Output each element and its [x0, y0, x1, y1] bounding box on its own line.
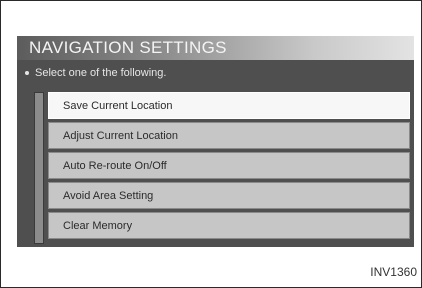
menu-item-save-current-location[interactable]: Save Current Location: [48, 92, 410, 119]
scrollbar-thumb[interactable]: [35, 93, 43, 243]
figure-frame: NAVIGATION SETTINGS Select one of the fo…: [0, 0, 422, 288]
menu-item-label: Adjust Current Location: [63, 130, 178, 142]
page-title: NAVIGATION SETTINGS: [29, 38, 227, 57]
menu-item-clear-memory[interactable]: Clear Memory: [48, 212, 410, 239]
figure-reference-code: INV1360: [370, 265, 417, 279]
menu-item-label: Save Current Location: [63, 100, 173, 112]
settings-menu: Save Current Location Adjust Current Loc…: [48, 92, 410, 242]
menu-item-avoid-area-setting[interactable]: Avoid Area Setting: [48, 182, 410, 209]
bullet-icon: [25, 71, 29, 76]
menu-item-adjust-current-location[interactable]: Adjust Current Location: [48, 122, 410, 149]
instruction-label: Select one of the following.: [35, 67, 167, 79]
instruction-text: Select one of the following.: [25, 66, 166, 80]
menu-item-label: Clear Memory: [63, 220, 133, 232]
navigation-display: NAVIGATION SETTINGS Select one of the fo…: [17, 36, 414, 247]
title-bar: NAVIGATION SETTINGS: [17, 36, 414, 60]
menu-item-auto-re-route[interactable]: Auto Re-route On/Off: [48, 152, 410, 179]
menu-item-label: Auto Re-route On/Off: [63, 160, 167, 172]
scrollbar[interactable]: [34, 92, 44, 244]
menu-item-label: Avoid Area Setting: [63, 190, 154, 202]
